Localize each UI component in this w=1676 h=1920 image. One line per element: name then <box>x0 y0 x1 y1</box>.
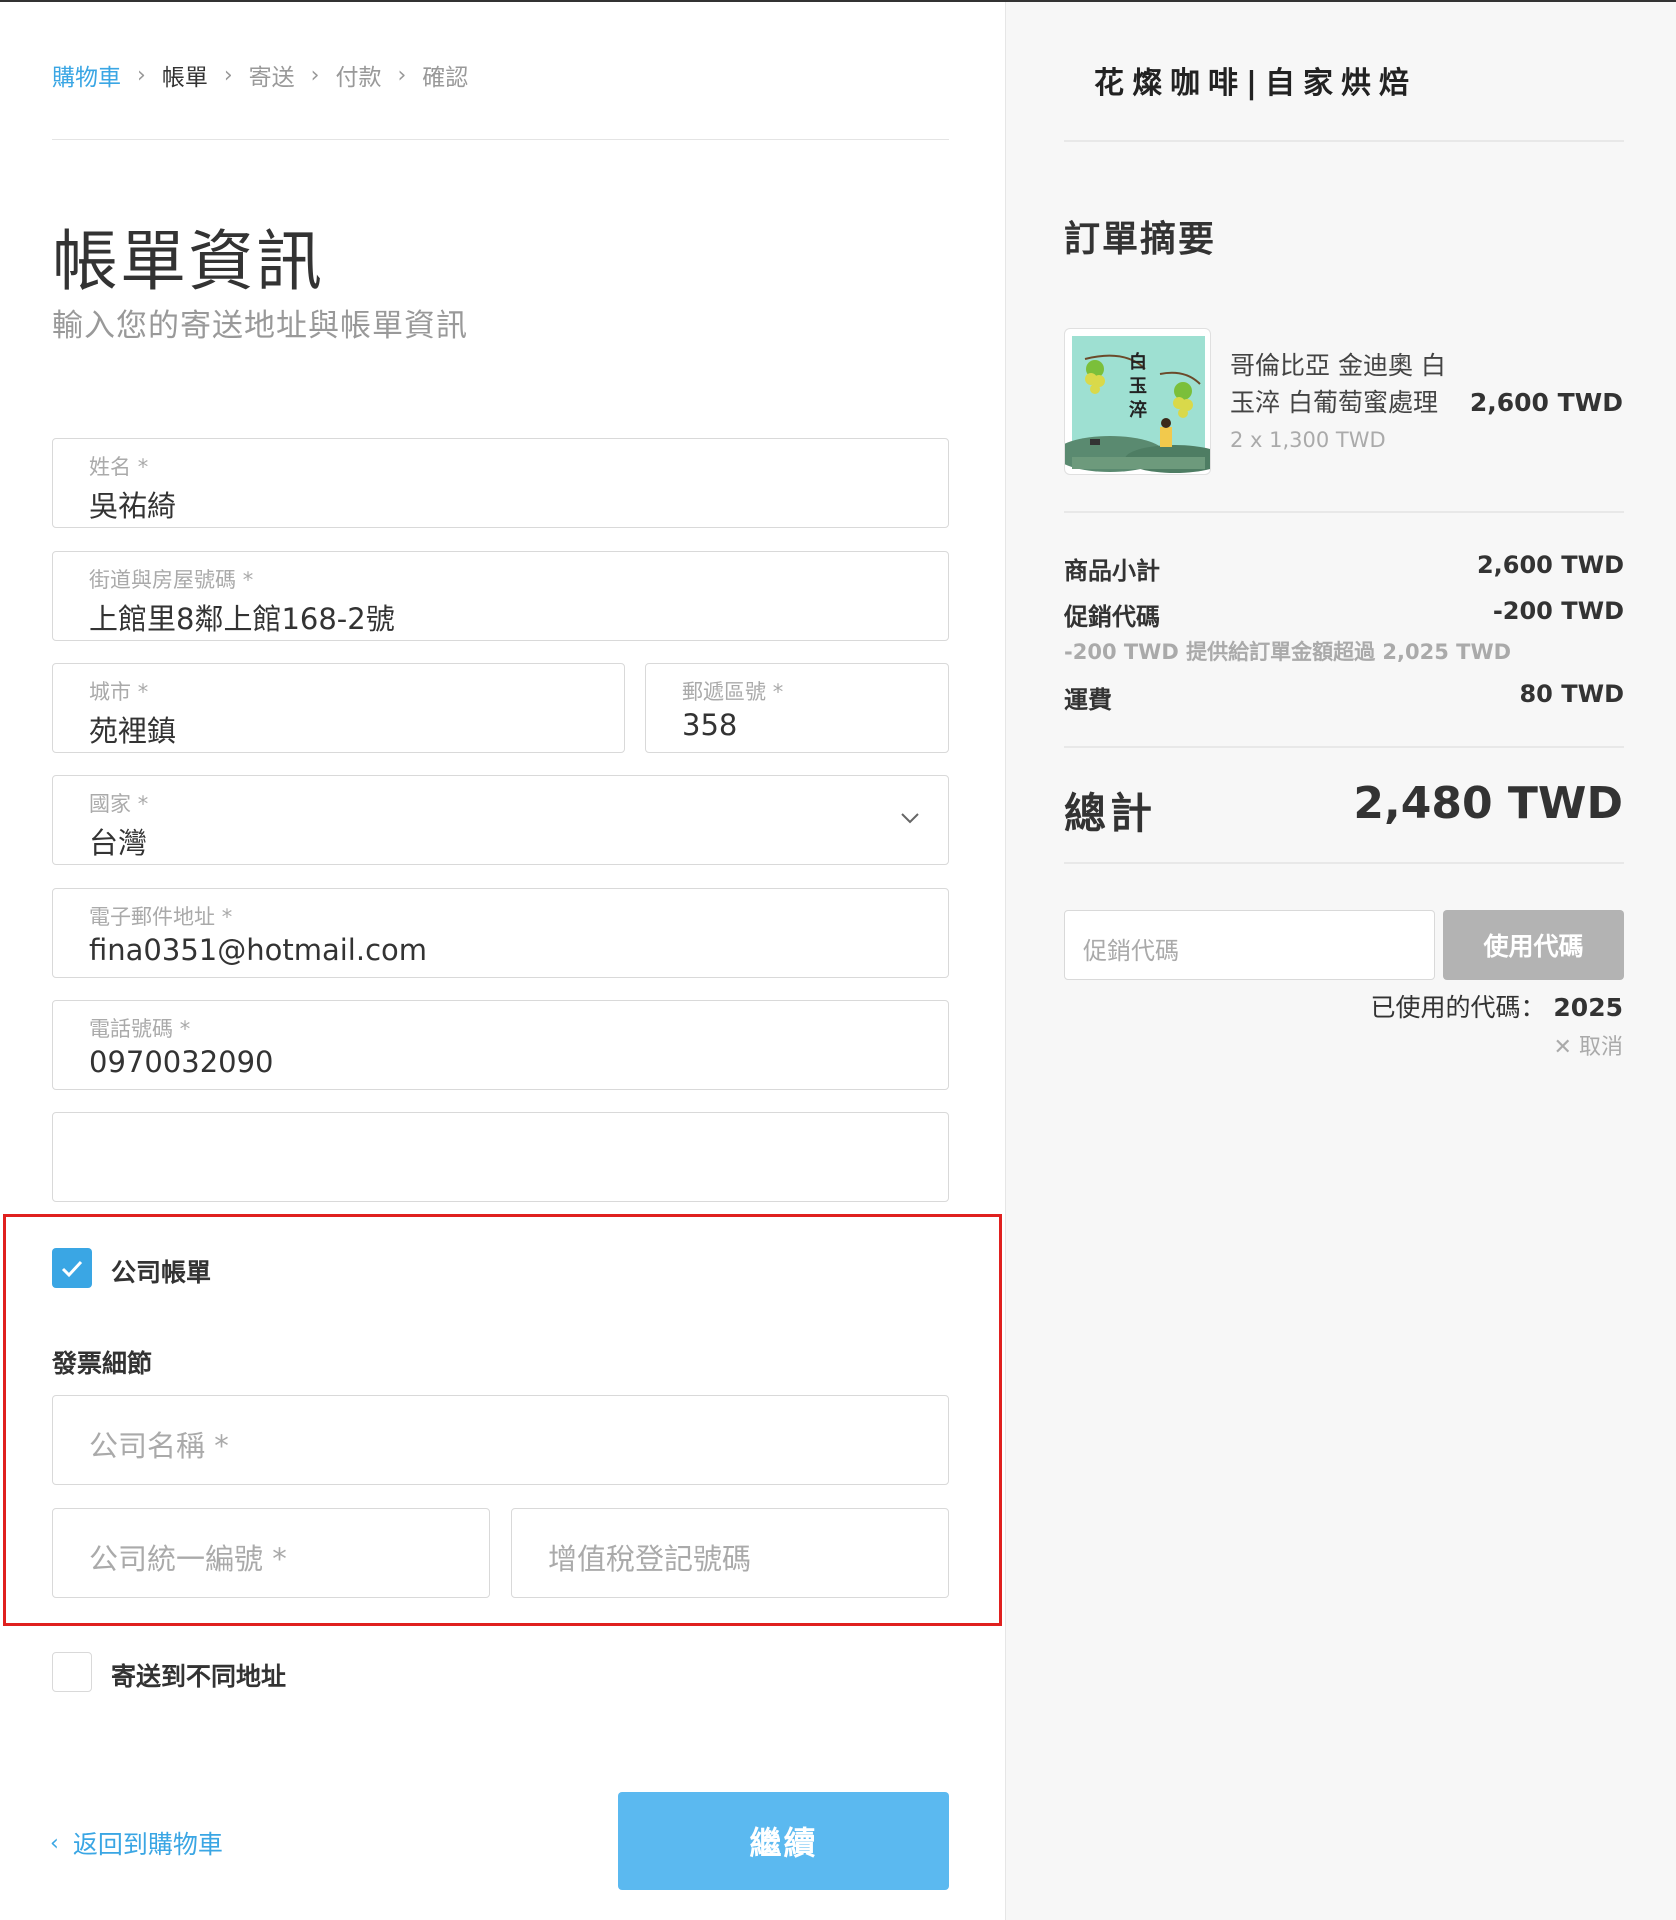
divider <box>1064 511 1624 513</box>
used-code-value: 2025 <box>1553 993 1623 1022</box>
country-label: 國家 <box>89 792 131 816</box>
product-thumbnail: 白玉淬 <box>1064 328 1211 475</box>
vat-number-field[interactable]: 增值稅登記號碼 <box>511 1508 949 1598</box>
promo-label: 促銷代碼 <box>1064 603 1160 631</box>
product-image-text: 白玉淬 <box>1129 352 1147 421</box>
phone-value: 0970032090 <box>89 1045 274 1079</box>
name-value: 吳祐綺 <box>89 489 177 523</box>
product-name: 哥倫比亞 金迪奧 白玉淬 白葡萄蜜處理 <box>1230 351 1446 417</box>
subtotal-row: 商品小計 2,600 TWD <box>1064 551 1624 586</box>
postal-code-field[interactable]: 郵遞區號 * 358 <box>645 663 949 753</box>
breadcrumb: 購物車 › 帳單 › 寄送 › 付款 › 確認 <box>52 58 468 92</box>
extra-field[interactable] <box>52 1112 949 1202</box>
order-summary-title: 訂單摘要 <box>1064 219 1217 260</box>
store-name: 花燦咖啡|自家烘焙 <box>1094 66 1417 101</box>
company-billing-label[interactable]: 公司帳單 <box>111 1253 211 1289</box>
postal-code-value: 358 <box>682 708 738 742</box>
breadcrumb-billing: 帳單 <box>161 65 208 91</box>
back-to-cart-link[interactable]: ‹ 返回到購物車 <box>50 1825 223 1861</box>
shipping-value: 80 TWD <box>1519 680 1624 708</box>
cancel-label: 取消 <box>1578 1035 1623 1060</box>
breadcrumb-separator: › <box>137 62 146 88</box>
required-star: * <box>137 680 149 704</box>
shipping-label: 運費 <box>1064 686 1112 714</box>
city-label: 城市 <box>89 680 131 704</box>
city-value: 苑裡鎮 <box>89 714 177 748</box>
required-star: * <box>221 905 233 929</box>
ship-different-checkbox[interactable] <box>52 1652 92 1692</box>
divider <box>1064 140 1624 142</box>
order-summary-panel: 花燦咖啡|自家烘焙 訂單摘要 白玉淬 哥倫比亞 金迪奧 白玉淬 白葡萄蜜處理 2… <box>1005 2 1676 1920</box>
street-value: 上館里8鄰上館168-2號 <box>89 602 395 636</box>
required-star: * <box>214 1429 229 1463</box>
phone-label: 電話號碼 <box>89 1017 173 1041</box>
product-price: 2,600 TWD <box>1469 388 1623 417</box>
city-field[interactable]: 城市 * 苑裡鎮 <box>52 663 625 753</box>
total-label: 總計 <box>1064 789 1157 838</box>
promo-code-input[interactable]: 促銷代碼 <box>1064 910 1435 980</box>
country-value: 台灣 <box>89 826 148 860</box>
company-billing-checkbox[interactable] <box>52 1248 92 1288</box>
divider <box>1064 862 1624 864</box>
used-code: 已使用的代碼： 2025 <box>1370 988 1623 1024</box>
breadcrumb-separator: › <box>310 62 320 88</box>
total-value: 2,480 TWD <box>1353 778 1623 829</box>
country-select[interactable]: 國家 * 台灣 <box>52 775 949 865</box>
page-title: 帳單資訊 <box>52 223 324 300</box>
breadcrumb-confirm: 確認 <box>422 65 469 91</box>
chevron-down-icon <box>901 813 919 824</box>
breadcrumb-separator: › <box>223 62 233 88</box>
chevron-left-icon: ‹ <box>50 1830 59 1856</box>
email-value: fina0351@hotmail.com <box>89 933 428 967</box>
required-star: * <box>137 792 149 816</box>
email-label: 電子郵件地址 <box>89 905 215 929</box>
email-field[interactable]: 電子郵件地址 * fina0351@hotmail.com <box>52 888 949 978</box>
vat-number-placeholder: 增值稅登記號碼 <box>548 1542 752 1576</box>
subtotal-label: 商品小計 <box>1064 557 1160 585</box>
phone-field[interactable]: 電話號碼 * 0970032090 <box>52 1000 949 1090</box>
street-field[interactable]: 街道與房屋號碼 * 上館里8鄰上館168-2號 <box>52 551 949 641</box>
company-tax-id-field[interactable]: 公司統一編號 * <box>52 1508 490 1598</box>
name-field[interactable]: 姓名 * 吳祐綺 <box>52 438 949 528</box>
billing-panel: 購物車 › 帳單 › 寄送 › 付款 › 確認 帳單資訊 輸入您的寄送地址與帳單… <box>0 2 1005 1920</box>
check-icon <box>61 1260 83 1278</box>
invoice-details-title: 發票細節 <box>52 1349 153 1378</box>
promo-note: -200 TWD 提供給訂單金額超過 2,025 TWD <box>1064 640 1512 664</box>
divider <box>1064 746 1624 748</box>
back-to-cart-label: 返回到購物車 <box>72 1830 223 1859</box>
shipping-row: 運費 80 TWD <box>1064 680 1624 715</box>
cancel-code-link[interactable]: ✕ 取消 <box>1554 1029 1623 1061</box>
breadcrumb-cart[interactable]: 購物車 <box>52 58 121 92</box>
promo-code-placeholder: 促銷代碼 <box>1083 937 1179 965</box>
close-icon: ✕ <box>1553 1035 1572 1060</box>
promo-row: 促銷代碼 -200 TWD <box>1064 597 1624 632</box>
street-label: 街道與房屋號碼 <box>89 568 236 592</box>
postal-code-label: 郵遞區號 <box>682 680 766 704</box>
breadcrumb-separator: › <box>397 62 407 88</box>
required-star: * <box>137 455 149 479</box>
continue-button[interactable]: 繼續 <box>618 1792 949 1890</box>
name-label: 姓名 <box>89 455 131 479</box>
product-quantity: 2 x 1,300 TWD <box>1230 428 1386 452</box>
breadcrumb-shipping: 寄送 <box>248 65 295 91</box>
subtotal-value: 2,600 TWD <box>1476 551 1624 579</box>
page-subtitle: 輸入您的寄送地址與帳單資訊 <box>52 308 468 344</box>
required-star: * <box>179 1017 191 1041</box>
required-star: * <box>242 568 254 592</box>
breadcrumb-payment: 付款 <box>335 65 382 91</box>
company-tax-id-placeholder: 公司統一編號 <box>89 1542 264 1576</box>
promo-value: -200 TWD <box>1492 597 1624 625</box>
ship-different-label[interactable]: 寄送到不同地址 <box>111 1657 286 1693</box>
company-name-field[interactable]: 公司名稱 * <box>52 1395 949 1485</box>
apply-code-button[interactable]: 使用代碼 <box>1443 910 1624 980</box>
divider <box>52 139 949 140</box>
required-star: * <box>772 680 784 704</box>
company-name-placeholder: 公司名稱 <box>89 1429 206 1463</box>
required-star: * <box>272 1542 287 1576</box>
used-code-label: 已使用的代碼： <box>1370 993 1546 1022</box>
